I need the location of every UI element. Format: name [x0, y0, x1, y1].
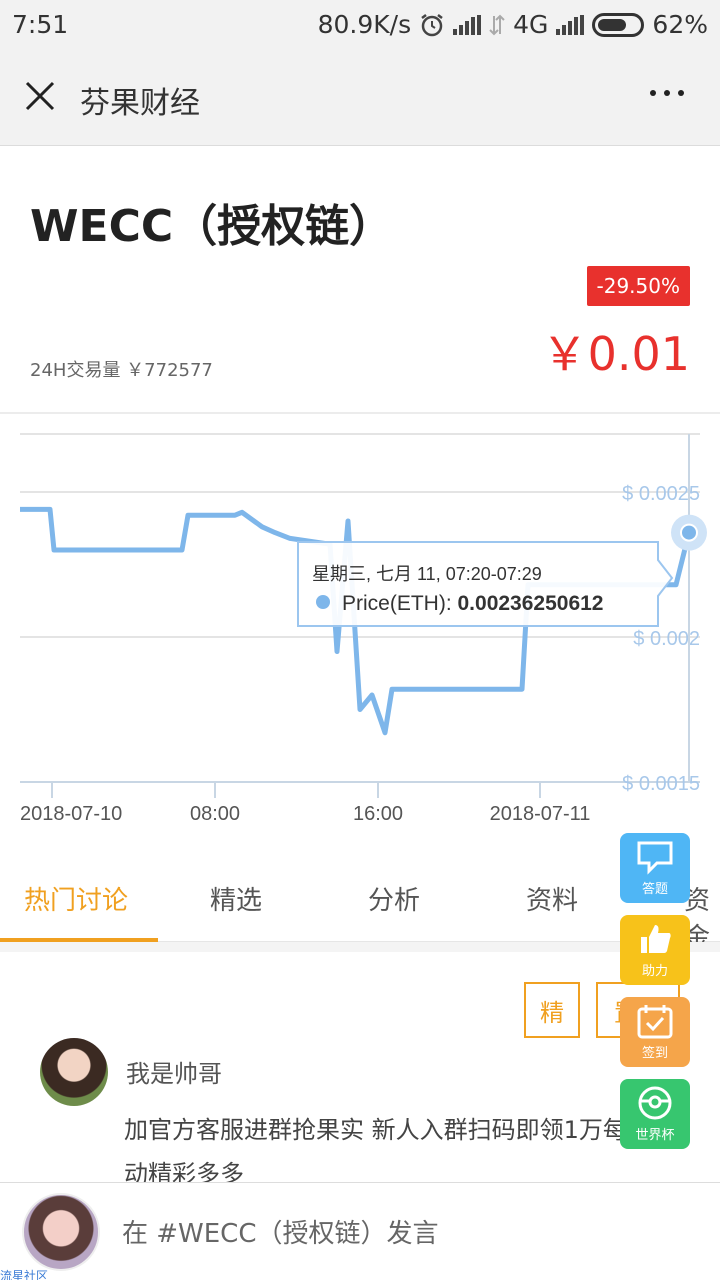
tooltip-value: 0.00236250612: [458, 592, 604, 615]
x-tick-label: 08:00: [190, 803, 240, 825]
quiz-button[interactable]: 答题: [620, 833, 690, 903]
svg-text:Price(ETH): 0.00236250612: Price(ETH): 0.00236250612: [342, 592, 604, 615]
data-transfer-icon: [489, 14, 505, 35]
tooltip-title: 星期三, 七月 11, 07:20-07:29: [312, 564, 542, 584]
change-badge: -29.50%: [586, 266, 690, 306]
tooltip-series-label: Price(ETH):: [342, 592, 458, 615]
tab-analysis[interactable]: 分析: [368, 880, 420, 917]
battery-icon: [592, 12, 645, 37]
signal-2-icon: [556, 14, 585, 35]
title-bar: 芬果财经: [0, 50, 720, 146]
more-icon[interactable]: [650, 90, 684, 96]
tooltip-series-dot: [316, 595, 330, 609]
price-chart[interactable]: $ 0.0025$ 0.002$ 0.0015 2018-07-10 08:00 1…: [0, 420, 720, 840]
hover-point[interactable]: [680, 523, 698, 542]
network-type: 4G: [513, 10, 549, 39]
football-icon: [638, 1086, 672, 1120]
boost-label: 助力: [641, 964, 668, 979]
net-speed: 80.9K/s: [317, 10, 412, 39]
tab-bar: 热门讨论 精选 分析 资料 资金: [0, 850, 720, 953]
tab-hot-discussion[interactable]: 热门讨论: [24, 880, 128, 917]
close-icon[interactable]: [20, 76, 60, 116]
quiz-label: 答题: [641, 882, 668, 897]
x-tick-label: 16:00: [353, 803, 403, 825]
world-cup-label: 世界杯: [635, 1128, 675, 1143]
world-cup-button[interactable]: 世界杯: [620, 1079, 690, 1149]
status-bar: 7:51 80.9K/s 4G 62%: [0, 0, 720, 50]
coin-name: WECC（授权链）: [30, 201, 394, 252]
tab-featured[interactable]: 精选: [210, 880, 262, 917]
x-tick-label: 2018-07-10: [20, 803, 122, 825]
signal-icon: [453, 14, 482, 35]
checkin-icon: [637, 1005, 673, 1039]
divider: [0, 412, 720, 414]
checkin-label: 签到: [641, 1046, 668, 1061]
chart-tooltip: 星期三, 七月 11, 07:20-07:29 Price(ETH): 0.00…: [297, 541, 674, 627]
featured-tag: 精: [524, 982, 580, 1038]
compose-bar: 流星社区 在 #WECC（授权链）发言: [0, 1182, 720, 1280]
page-title: 芬果财经: [80, 86, 200, 121]
tab-info[interactable]: 资料: [526, 880, 578, 917]
thumbs-up-icon: [641, 925, 671, 953]
post-author[interactable]: 我是帅哥: [126, 1054, 222, 1089]
watermark: 流星社区: [0, 1269, 49, 1280]
compose-input[interactable]: 在 #WECC（授权链）发言: [122, 1213, 439, 1250]
avatar[interactable]: [40, 1038, 108, 1106]
volume-24h: 24H交易量 ￥772577: [30, 360, 213, 381]
user-avatar[interactable]: [22, 1193, 100, 1271]
status-time: 7:51: [12, 10, 69, 39]
boost-button[interactable]: 助力: [620, 915, 690, 985]
checkin-button[interactable]: 签到: [620, 997, 690, 1067]
section-gap: [0, 942, 720, 952]
coin-price: ￥0.01: [541, 327, 690, 381]
battery-level: 62%: [652, 10, 708, 39]
alarm-icon: [421, 13, 443, 36]
x-tick-label: 2018-07-11: [490, 803, 591, 825]
chat-bubble-icon: [637, 841, 673, 875]
